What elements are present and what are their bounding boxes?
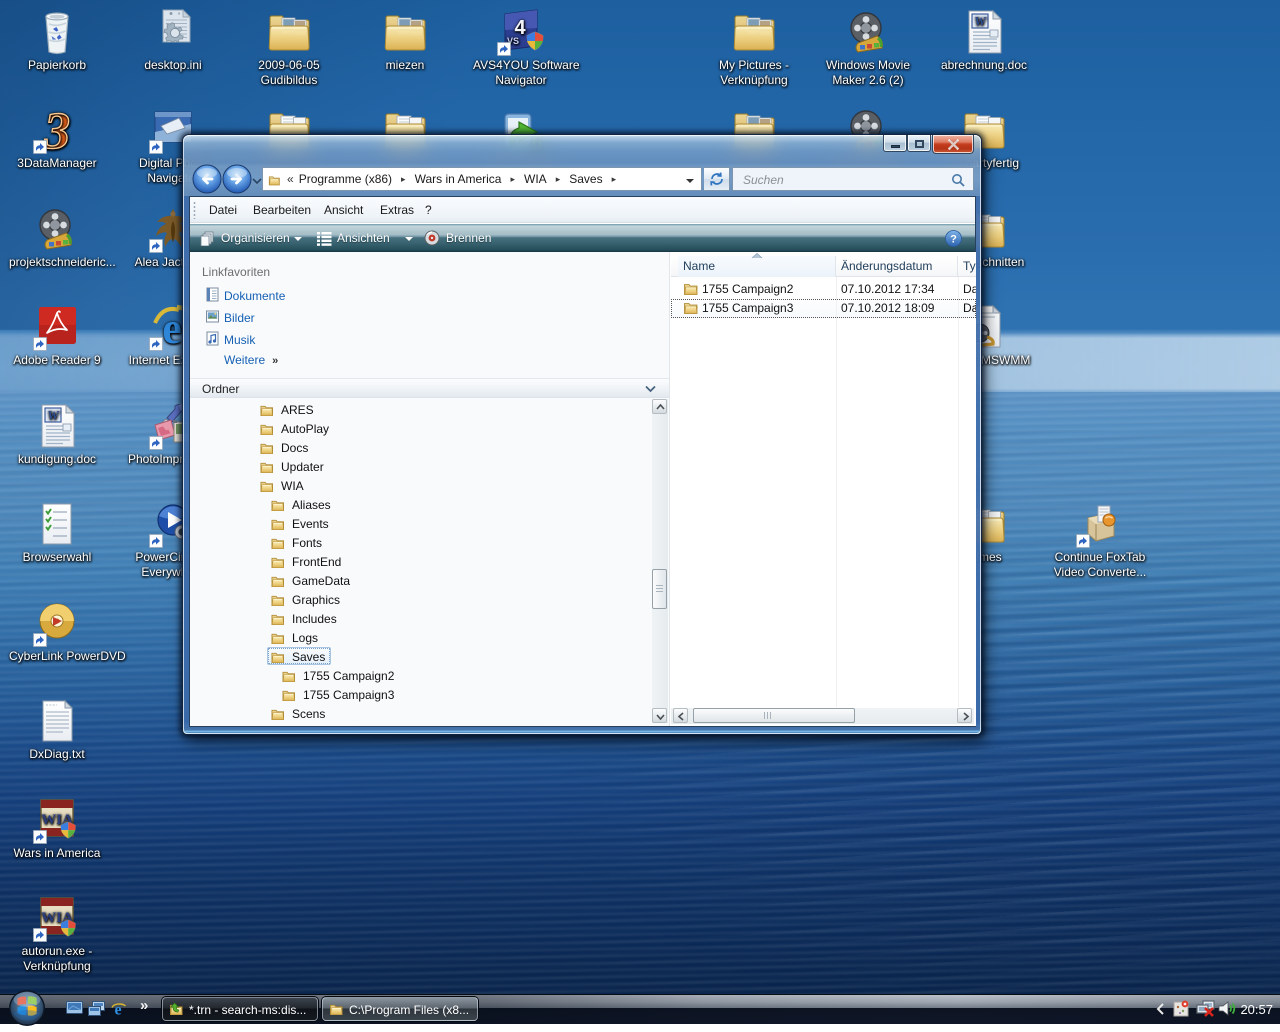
svg-text:?: ? bbox=[950, 234, 957, 246]
